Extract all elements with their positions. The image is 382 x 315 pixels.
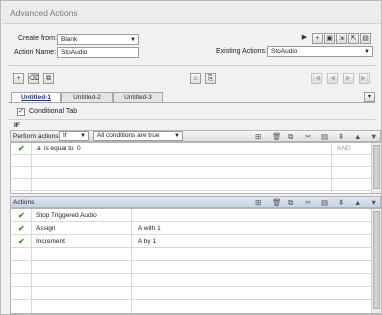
action-target[interactable]: A with 1 (138, 224, 161, 233)
actions-grid: ✔ Stop Triggered Audio ✔ Assign A with 1… (10, 208, 381, 314)
conditions-select[interactable]: All conditions are true ▼ (93, 131, 183, 141)
grid-row-line (11, 273, 371, 274)
tabs-menu-button[interactable]: ▼ (364, 92, 375, 102)
perform-actions-toolbar: Perform actions: If ▼ All conditions are… (10, 130, 381, 142)
existing-actions-label: Existing Actions: (216, 48, 267, 55)
create-from-select[interactable]: Blank ▼ (57, 34, 139, 45)
paste-icon[interactable]: ▤ (321, 132, 328, 141)
move-up-icon[interactable]: ▲ (354, 198, 361, 207)
grid-row-line (11, 190, 371, 191)
perform-actions-select[interactable]: If ▼ (59, 131, 89, 141)
if-label: IF (14, 122, 20, 129)
actions-toolbar: Actions ⊞ 🗑 ⧉ ✂ ▤ ⇞ ▲ ▼ (10, 196, 381, 208)
trash-icon[interactable]: 🗑 (272, 132, 282, 141)
grid-row-line (11, 247, 371, 248)
conditional-tab-label: Conditional Tab (29, 108, 78, 115)
move-down-icon[interactable]: ▼ (370, 198, 377, 207)
tab-untitled-3[interactable]: Untitled-3 (113, 92, 163, 102)
last-tab-button[interactable]: ▶| (359, 73, 370, 84)
conditions-scrollbar[interactable] (371, 143, 381, 193)
previous-tab-button[interactable]: ◀ (327, 73, 338, 84)
grid-row-line (11, 166, 371, 167)
condition-variable[interactable]: a (37, 144, 41, 153)
chevron-down-icon: ▼ (80, 133, 86, 139)
condition-operator[interactable]: is equal to (44, 144, 74, 153)
advanced-actions-dialog: Advanced Actions Create from: Blank ▼ Ac… (0, 0, 382, 315)
condition-logic[interactable]: AND (337, 144, 351, 153)
perform-actions-label: Perform actions: (13, 133, 61, 140)
insert-above-icon[interactable]: ⇞ (338, 198, 344, 207)
copy-icon[interactable]: ⧉ (288, 198, 293, 207)
conditions-value: All conditions are true (97, 132, 160, 139)
insert-above-icon[interactable]: ⇞ (338, 132, 344, 141)
cut-icon[interactable]: ✂ (305, 198, 311, 207)
collapse-button[interactable]: ⌂ (190, 73, 201, 84)
action-name-label: Action Name: (14, 49, 57, 56)
action-name[interactable]: Increment (36, 237, 65, 246)
add-action-button[interactable]: + (312, 33, 323, 44)
divider (9, 119, 375, 120)
delete-decision-button[interactable]: ⌫ (28, 73, 39, 84)
chevron-down-icon: ▼ (174, 133, 180, 139)
perform-actions-value: If (63, 132, 67, 139)
row-enabled-check-icon[interactable]: ✔ (18, 211, 25, 220)
scroll-thumb[interactable] (373, 211, 380, 309)
grid-row-line (11, 154, 371, 155)
divider (9, 65, 375, 66)
grid-row-line (11, 221, 371, 222)
action-target[interactable]: A by 1 (138, 237, 156, 246)
preview-play-button[interactable]: ▶ (299, 33, 310, 44)
create-from-label: Create from: (18, 35, 57, 42)
add-decision-button[interactable]: + (13, 73, 24, 84)
next-tab-button[interactable]: ▶ (343, 73, 354, 84)
insert-row-icon[interactable]: ⊞ (255, 198, 261, 207)
action-name[interactable]: Stop Triggered Audio (36, 211, 97, 220)
save-as-template-button[interactable]: ▣ (324, 33, 335, 44)
chevron-down-icon: ▼ (364, 49, 370, 55)
row-enabled-check-icon[interactable]: ✔ (18, 144, 25, 153)
grid-row-line (11, 260, 371, 261)
expand-button[interactable]: ⎘ (205, 73, 216, 84)
grid-row-line (11, 299, 371, 300)
duplicate-decision-button[interactable]: ⧉ (43, 73, 54, 84)
action-name[interactable]: Assign (36, 224, 56, 233)
grid-col-line (31, 209, 32, 313)
grid-row-line (11, 234, 371, 235)
title-bar: Advanced Actions (2, 2, 381, 24)
cut-icon[interactable]: ✂ (305, 132, 311, 141)
grid-row-line (11, 286, 371, 287)
first-tab-button[interactable]: |◀ (311, 73, 322, 84)
copy-icon[interactable]: ⧉ (288, 132, 293, 141)
grid-col-line (31, 143, 32, 193)
existing-actions-value: StoAudio (271, 48, 298, 55)
usage-button[interactable]: ▤ (360, 33, 371, 44)
tabs-underline (9, 102, 375, 103)
chevron-down-icon: ▼ (130, 37, 136, 43)
create-from-value: Blank (61, 36, 78, 43)
existing-actions-select[interactable]: StoAudio ▼ (267, 46, 373, 57)
move-down-icon[interactable]: ▼ (370, 132, 377, 141)
row-enabled-check-icon[interactable]: ✔ (18, 237, 25, 246)
window-title: Advanced Actions (10, 8, 78, 18)
actions-scrollbar[interactable] (371, 209, 381, 313)
action-name-input[interactable]: StoAudio (57, 47, 139, 58)
insert-row-icon[interactable]: ⊞ (255, 132, 261, 141)
trash-icon[interactable]: 🗑 (272, 198, 282, 207)
grid-col-line (331, 143, 332, 193)
tab-untitled-2[interactable]: Untitled-2 (61, 92, 113, 102)
grid-col-line (131, 209, 132, 313)
scroll-thumb[interactable] (373, 145, 380, 189)
row-enabled-check-icon[interactable]: ✔ (18, 224, 25, 233)
conditional-tab-checkbox[interactable]: ✓ (17, 108, 25, 116)
actions-label: Actions (13, 199, 35, 206)
conditions-grid: ✔ a is equal to 0 AND (10, 142, 381, 194)
grid-row-line (11, 178, 371, 179)
tab-untitled-1[interactable]: Untitled-1 (11, 92, 61, 102)
import-button[interactable]: ⇲ (336, 33, 347, 44)
export-button[interactable]: ⇱ (348, 33, 359, 44)
condition-value[interactable]: 0 (77, 144, 81, 153)
paste-icon[interactable]: ▤ (321, 198, 328, 207)
move-up-icon[interactable]: ▲ (354, 132, 361, 141)
